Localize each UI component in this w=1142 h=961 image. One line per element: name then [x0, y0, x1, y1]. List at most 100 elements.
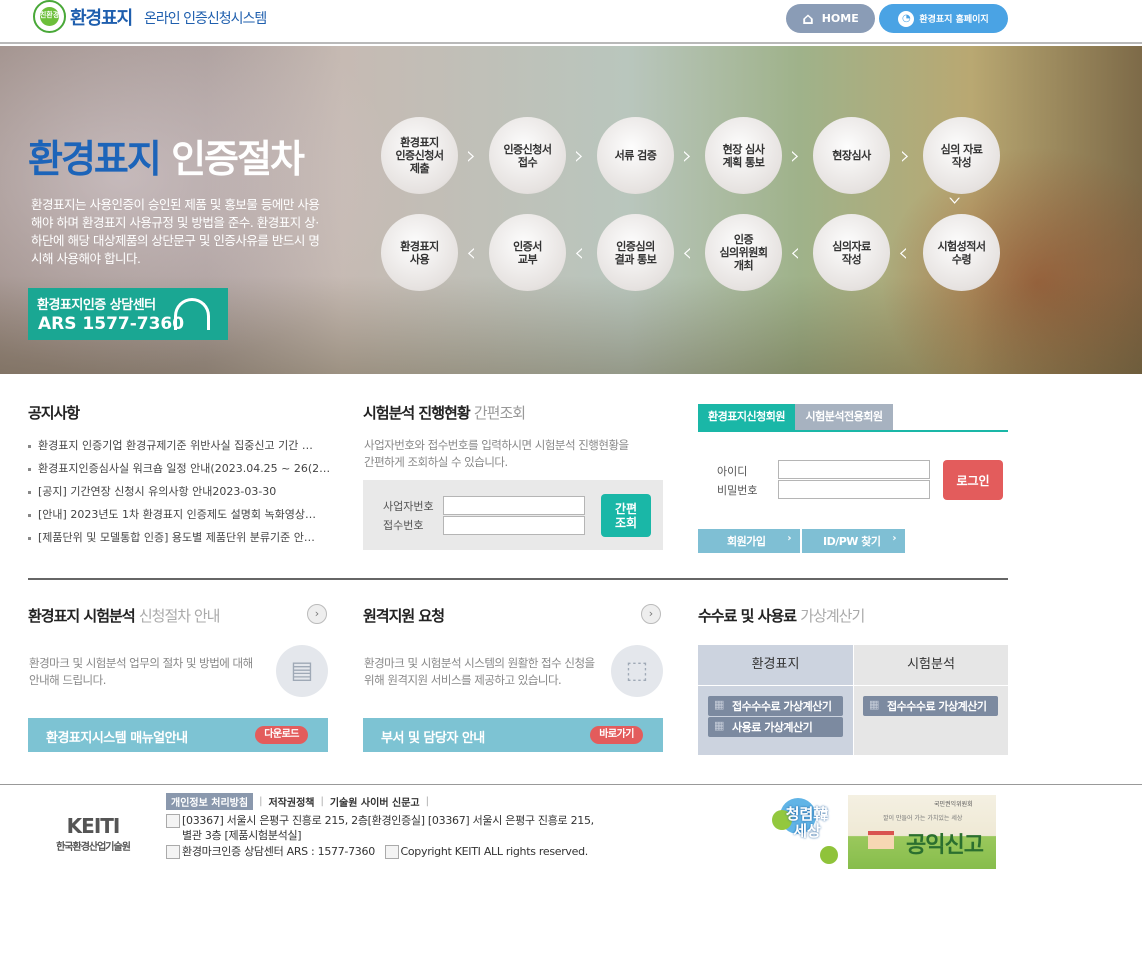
remote-title: 원격지원 요청 [363, 607, 445, 625]
usage-fee-calculator-button[interactable]: 사용료 가상계산기 [708, 717, 843, 737]
id-input[interactable] [778, 460, 930, 479]
process-step: 서류 검증 [597, 117, 674, 194]
calculator-table: 환경표지 시험분석 접수수수료 가상계산기 사용료 가상계산기 접수수수료 가상… [698, 645, 1008, 755]
home-button[interactable]: ⌂ HOME [786, 4, 875, 33]
process-step: 심의 자료 작성 [923, 117, 1000, 194]
process-step: 시험성적서 수령 [923, 214, 1000, 291]
notice-list: 환경표지 인증기업 환경규제기준 위반사실 집중신고 기간 … 환경표지인증심사… [28, 438, 338, 553]
process-step: 인증신청서 접수 [489, 117, 566, 194]
progress-title: 시험분석 진행현황 간편조회 [363, 404, 526, 422]
document-search-icon: ▤ [276, 645, 328, 697]
process-step: 인증심의 결과 통보 [597, 214, 674, 291]
chevron-right-icon: › [900, 141, 911, 171]
password-label: 비밀번호 [717, 484, 758, 497]
chevron-down-icon: › [940, 195, 971, 207]
notice-item[interactable]: 환경표지인증심사실 워크숍 일정 안내(2023.04.25 ~ 26(2… [28, 461, 338, 484]
broken-image-icon [166, 814, 180, 828]
homepage-button[interactable]: ◔ 환경표지 홈페이지 [879, 4, 1008, 33]
banner-title: 환경표지 인증절차 [28, 137, 305, 181]
consult-center-banner[interactable]: 환경표지인증 상담센터 ARS 1577-7360 [28, 288, 228, 340]
notice-item[interactable]: [안내] 2023년도 1차 환경표지 인증제도 설명회 녹화영상… [28, 507, 338, 530]
consult-title: 환경표지인증 상담센터 [37, 298, 156, 313]
remote-support-icon: ⬚ [611, 645, 663, 697]
chevron-left-icon: ‹ [466, 238, 477, 268]
eco-label-column-header: 환경표지 [698, 645, 853, 685]
copyright-policy-link[interactable]: 저작권정책 [268, 794, 314, 809]
test-fee-calculator-button[interactable]: 접수수수료 가상계산기 [863, 696, 998, 716]
process-step: 현장심사 [813, 117, 890, 194]
process-step: 현장 심사 계획 통보 [705, 117, 782, 194]
chevron-right-icon: › [574, 141, 585, 171]
process-step: 인증서 교부 [489, 214, 566, 291]
clean-korea-logo[interactable]: 청렴韓 세상 [770, 798, 844, 868]
footer-links: 개인정보 처리방침 | 저작권정책 | 기술원 사이버 신문고 | [166, 793, 429, 810]
shortcut-button[interactable]: 바로가기 [590, 726, 643, 744]
chevron-right-icon: › [790, 141, 801, 171]
notice-title[interactable]: 공지사항 [28, 402, 80, 423]
home-icon: ⌂ [802, 9, 814, 28]
logo-subtitle: 온라인 인증신청시스템 [144, 11, 267, 27]
process-step: 환경표지 인증신청서 제출 [381, 117, 458, 194]
section-divider [28, 578, 1008, 580]
logo-title[interactable]: 환경표지 [70, 4, 133, 30]
process-step: 환경표지 사용 [381, 214, 458, 291]
department-contact-bar[interactable]: 부서 및 담당자 안내 바로가기 [363, 718, 663, 752]
guide-more-icon[interactable]: › [307, 604, 327, 624]
consult-phone: ARS 1577-7360 [38, 314, 185, 334]
globe-icon: ◔ [898, 10, 915, 27]
guide-description: 환경마크 및 시험분석 업무의 절차 및 방법에 대해 안내해 드립니다. [29, 656, 253, 687]
chevron-right-icon: › [682, 141, 693, 171]
chevron-left-icon: ‹ [682, 238, 693, 268]
chevron-left-icon: ‹ [898, 238, 909, 268]
download-button[interactable]: 다운로드 [255, 726, 308, 744]
process-step: 심의자료 작성 [813, 214, 890, 291]
department-label: 부서 및 담당자 안내 [381, 731, 485, 746]
notice-item[interactable]: 환경표지 인증기업 환경규제기준 위반사실 집중신고 기간 … [28, 438, 338, 461]
process-banner: 환경표지 인증절차 환경표지는 사용인증이 승인된 제품 및 홍보물 등에만 사… [0, 46, 1142, 374]
chevron-left-icon: ‹ [790, 238, 801, 268]
id-label: 아이디 [717, 465, 748, 478]
public-interest-report-banner[interactable]: 국민권익위원회 깔이 만들어 가는 가치있는 세상 공익신고 [848, 795, 996, 869]
footer-address-2: 별관 3층 [제품시험분석실] [182, 829, 302, 842]
join-button[interactable]: 회원가입 › [698, 529, 800, 553]
notice-item[interactable]: [공지] 기간연장 신청시 유의사항 안내2023-03-30 [28, 484, 338, 507]
chevron-right-icon: › [466, 141, 477, 171]
banner-description: 환경표지는 사용인증이 승인된 제품 및 홍보물 등에만 사용해야 하며 환경표… [31, 197, 320, 266]
process-step: 인증 심의위원회 개최 [705, 214, 782, 291]
privacy-policy-link[interactable]: 개인정보 처리방침 [166, 793, 254, 810]
home-label: HOME [821, 12, 859, 25]
test-analysis-column: 접수수수료 가상계산기 [853, 686, 1008, 755]
login-button[interactable]: 로그인 [943, 460, 1003, 500]
business-number-input[interactable] [443, 496, 585, 515]
tab-lab-member[interactable]: 시험분석전용회원 [795, 404, 893, 430]
guide-title: 환경표지 시험분석 신청절차 안내 [28, 607, 220, 625]
login-tabs: 환경표지신청회원 시험분석전용회원 [698, 404, 1008, 432]
broken-image-icon [384, 845, 399, 859]
calculator-title: 수수료 및 사용료 가상계산기 [698, 607, 865, 625]
manual-label: 환경표지시스템 매뉴얼안내 [46, 731, 188, 746]
business-number-label: 사업자번호 [383, 500, 434, 513]
manual-download-bar[interactable]: 환경표지시스템 매뉴얼안내 다운로드 [28, 718, 328, 752]
footer-divider [0, 784, 1142, 785]
footer-address: [03367] 서울시 은평구 진흥로 215, 2층[환경인증실] [0336… [166, 812, 594, 828]
remote-description: 환경마크 및 시험분석 시스템의 원활한 접수 신청을 위해 원격지원 서비스를 … [364, 656, 595, 687]
receipt-number-label: 접수번호 [383, 519, 424, 532]
headset-icon [174, 298, 210, 330]
chevron-left-icon: ‹ [574, 238, 585, 268]
eco-label-logo-icon[interactable]: 친환경 [33, 0, 66, 33]
remote-more-icon[interactable]: › [641, 604, 661, 624]
eco-fee-calculator-button[interactable]: 접수수수료 가상계산기 [708, 696, 843, 716]
find-id-pw-button[interactable]: ID/PW 찾기 › [802, 529, 905, 553]
tab-applicant-member[interactable]: 환경표지신청회원 [698, 404, 795, 430]
progress-description: 사업자번호와 접수번호를 입력하시면 시험분석 진행현황을 간편하게 조회하실 … [364, 438, 629, 469]
notice-item[interactable]: [제품단위 및 모델통합 인증] 용도별 제품단위 분류기준 안… [28, 530, 338, 553]
header: 친환경 환경표지 온라인 인증신청시스템 ⌂ HOME ◔ 환경표지 홈페이지 [0, 0, 1142, 44]
footer-contact: 환경마크인증 상담센터 ARS : 1577-7360 Copyright KE… [166, 843, 588, 859]
homepage-label: 환경표지 홈페이지 [919, 15, 989, 25]
eco-label-column: 접수수수료 가상계산기 사용료 가상계산기 [698, 686, 853, 755]
password-input[interactable] [778, 480, 930, 499]
quick-lookup-button[interactable]: 간편 조회 [601, 494, 651, 537]
cyber-petition-link[interactable]: 기술원 사이버 신문고 [330, 794, 420, 809]
keiti-logo: KEITI 한국환경산업기술원 [56, 814, 131, 853]
receipt-number-input[interactable] [443, 516, 585, 535]
